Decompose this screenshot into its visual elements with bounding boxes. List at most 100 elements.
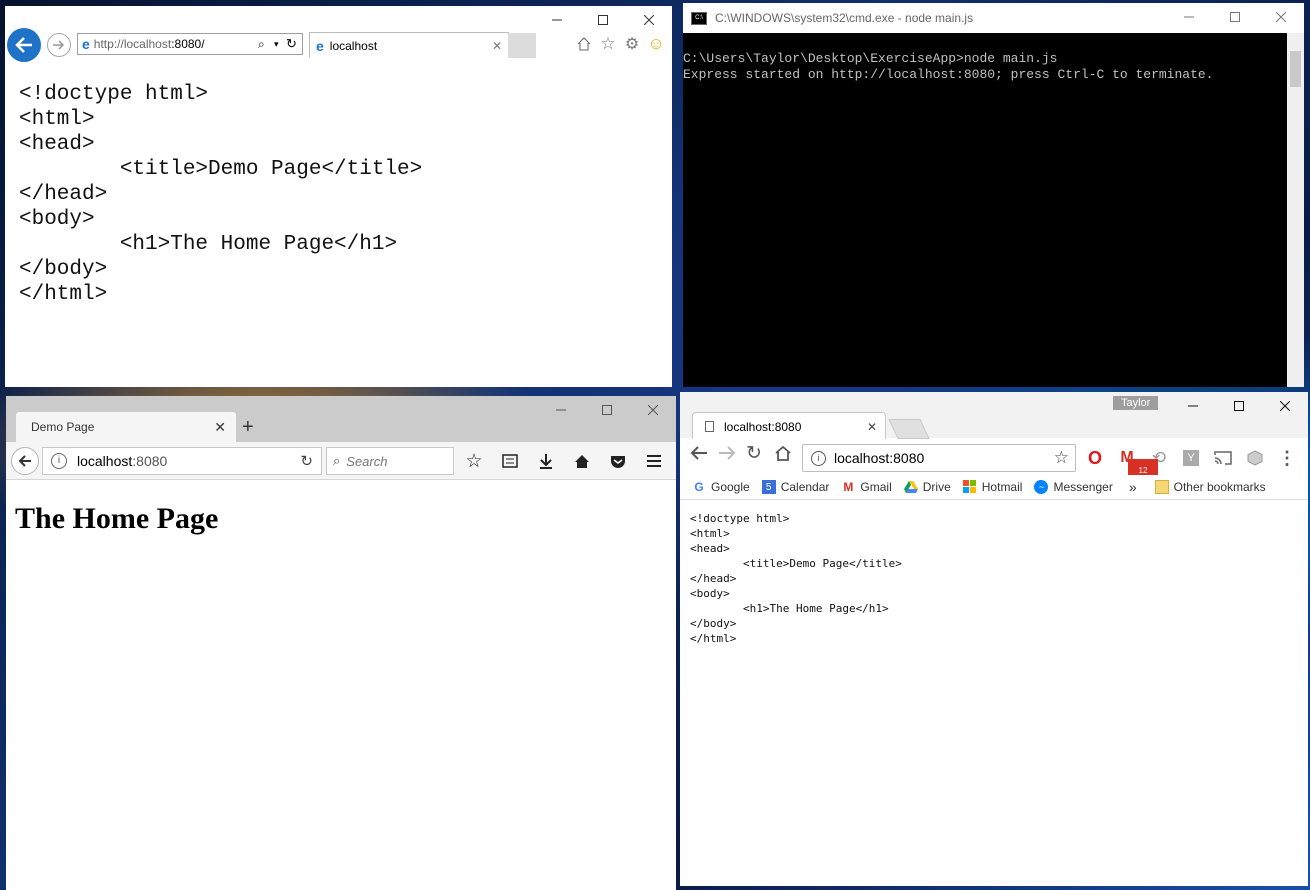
- download-icon[interactable]: [533, 448, 559, 474]
- back-button[interactable]: [11, 447, 39, 475]
- refresh-icon[interactable]: ↻: [286, 36, 302, 52]
- ie-tools: ☆ ⚙ ☺: [574, 34, 666, 54]
- ff-nav-toolbar: i localhost:8080 ↻ ⌕ Search ☆: [6, 442, 676, 480]
- gmail-checker-icon[interactable]: M 12: [1114, 447, 1158, 481]
- close-button[interactable]: [1258, 3, 1304, 31]
- cmd-title: C:\WINDOWS\system32\cmd.exe - node main.…: [715, 11, 974, 25]
- menu-icon[interactable]: [641, 448, 667, 474]
- ff-tab[interactable]: Demo Page ✕: [16, 412, 236, 442]
- vertical-scrollbar[interactable]: [1287, 33, 1304, 387]
- star-icon[interactable]: ☆: [598, 34, 618, 54]
- bookmarks-bar: G Google 5 Calendar M Gmail Drive Hotmail ~…: [680, 475, 1308, 500]
- url-host: localhost: [77, 453, 133, 469]
- cmd-icon: C:\: [691, 11, 707, 25]
- home-icon[interactable]: [774, 445, 792, 461]
- bookmark-google[interactable]: G Google: [692, 480, 750, 494]
- minimize-button[interactable]: [1166, 3, 1212, 31]
- ie-tab[interactable]: e localhost ✕: [309, 32, 509, 58]
- search-placeholder: Search: [346, 453, 388, 469]
- close-tab-icon[interactable]: ✕: [867, 420, 877, 434]
- back-arrow-icon: [15, 37, 32, 53]
- forward-arrow-icon: [53, 40, 65, 50]
- tab-title: localhost: [329, 38, 378, 53]
- new-tab-button[interactable]: [888, 419, 930, 439]
- back-button[interactable]: [7, 28, 41, 62]
- bookmark-label: Calendar: [780, 480, 830, 494]
- bookmark-star-icon[interactable]: ☆: [461, 448, 487, 474]
- gmail-icon: M: [843, 480, 854, 494]
- ff-tab-bar: Demo Page ✕ +: [6, 396, 676, 442]
- tab-title: Demo Page: [31, 420, 95, 434]
- bookmarks-overflow[interactable]: »: [1129, 479, 1137, 495]
- omnibox-url: localhost:8080: [834, 450, 925, 466]
- cube-extension-icon[interactable]: [1242, 447, 1268, 469]
- page-heading: The Home Page: [15, 502, 219, 535]
- folder-icon: [1154, 480, 1169, 494]
- cmd-caption-buttons: [1166, 3, 1304, 31]
- address-port: :8080/: [171, 37, 205, 51]
- close-button[interactable]: [1262, 392, 1308, 420]
- close-tab-icon[interactable]: ✕: [214, 419, 226, 436]
- bookmark-label: Drive: [922, 480, 951, 494]
- back-arrow-icon[interactable]: [690, 445, 708, 461]
- address-bar[interactable]: e http://localhost:8080/ ⌕ ▾ ↻: [77, 33, 303, 55]
- bookmark-label: Google: [711, 480, 750, 494]
- url-bar[interactable]: i localhost:8080 ↻: [42, 447, 322, 475]
- search-box[interactable]: ⌕ Search: [326, 447, 454, 475]
- cast-icon[interactable]: [1210, 447, 1236, 469]
- bookmark-calendar[interactable]: 5 Calendar: [761, 480, 830, 494]
- pocket-icon[interactable]: [605, 448, 631, 474]
- chrome-tab[interactable]: localhost:8080 ✕: [692, 412, 886, 440]
- smiley-icon[interactable]: ☺: [646, 34, 666, 54]
- minimize-button[interactable]: [538, 396, 584, 424]
- home-icon[interactable]: [569, 448, 595, 474]
- maximize-button[interactable]: [1216, 392, 1262, 420]
- bookmark-star-icon[interactable]: ☆: [1054, 448, 1069, 468]
- close-button[interactable]: [630, 396, 676, 424]
- omnibox[interactable]: i localhost:8080 ☆: [802, 444, 1076, 472]
- chrome-menu-icon[interactable]: ⋮: [1274, 447, 1300, 469]
- other-bookmarks-label: Other bookmarks: [1173, 480, 1266, 494]
- yoast-icon[interactable]: Y: [1178, 447, 1204, 469]
- tab-title: localhost:8080: [724, 419, 802, 434]
- forward-arrow-icon[interactable]: [718, 445, 736, 461]
- address-url: http://localhost:8080/: [94, 37, 258, 51]
- profile-badge[interactable]: Taylor: [1113, 396, 1159, 410]
- ff-caption-buttons: [538, 396, 676, 424]
- reload-icon[interactable]: ↻: [746, 442, 762, 465]
- firefox-window: Demo Page ✕ + i localhost:8080 ↻ ⌕ Searc…: [6, 396, 676, 890]
- new-tab-button[interactable]: [508, 33, 536, 58]
- search-icon[interactable]: ⌕: [258, 37, 274, 52]
- cmd-title-bar: C:\ C:\WINDOWS\system32\cmd.exe - node m…: [683, 3, 1304, 33]
- scrollbar-thumb[interactable]: [1290, 51, 1301, 87]
- maximize-button[interactable]: [584, 396, 630, 424]
- minimize-button[interactable]: [1170, 392, 1216, 420]
- maximize-button[interactable]: [1212, 3, 1258, 31]
- overflow-chevron: »: [1128, 479, 1137, 495]
- chrome-window: localhost:8080 ✕ Taylor ↻ i localhost:80…: [680, 392, 1308, 886]
- reading-list-icon[interactable]: [497, 448, 523, 474]
- bookmark-hotmail[interactable]: Hotmail: [962, 480, 1022, 494]
- page-icon: [705, 421, 714, 432]
- chrome-toolbar: ↻ i localhost:8080 ☆ O M 12 ⟲ Y ⋮: [680, 439, 1308, 481]
- opera-icon[interactable]: O: [1082, 447, 1108, 469]
- new-tab-plus-icon[interactable]: +: [242, 416, 254, 439]
- gear-icon[interactable]: ⚙: [622, 34, 642, 54]
- home-icon[interactable]: [574, 34, 594, 54]
- close-tab-icon[interactable]: ✕: [492, 39, 502, 53]
- url-text: localhost:8080: [77, 453, 300, 469]
- bookmark-messenger[interactable]: ~ Messenger: [1034, 480, 1113, 494]
- other-bookmarks[interactable]: Other bookmarks: [1154, 480, 1266, 494]
- back-arrow-icon: [18, 455, 31, 467]
- reload-icon[interactable]: ↻: [300, 452, 313, 470]
- dropdown-arrow-icon[interactable]: ▾: [274, 39, 286, 50]
- view-source-text: <!doctype html> <html> <head> <title>Dem…: [19, 83, 423, 306]
- bookmark-gmail[interactable]: M Gmail: [841, 480, 891, 494]
- forward-button[interactable]: [47, 33, 71, 57]
- ie-nav-bar: e http://localhost:8080/ ⌕ ▾ ↻ e localho…: [5, 28, 672, 66]
- info-icon[interactable]: i: [811, 450, 826, 466]
- info-icon[interactable]: i: [51, 453, 67, 469]
- console-output[interactable]: C:\Users\Taylor\Desktop\ExerciseApp>node…: [683, 33, 1304, 83]
- messenger-icon: ~: [1034, 480, 1049, 494]
- bookmark-drive[interactable]: Drive: [903, 480, 951, 494]
